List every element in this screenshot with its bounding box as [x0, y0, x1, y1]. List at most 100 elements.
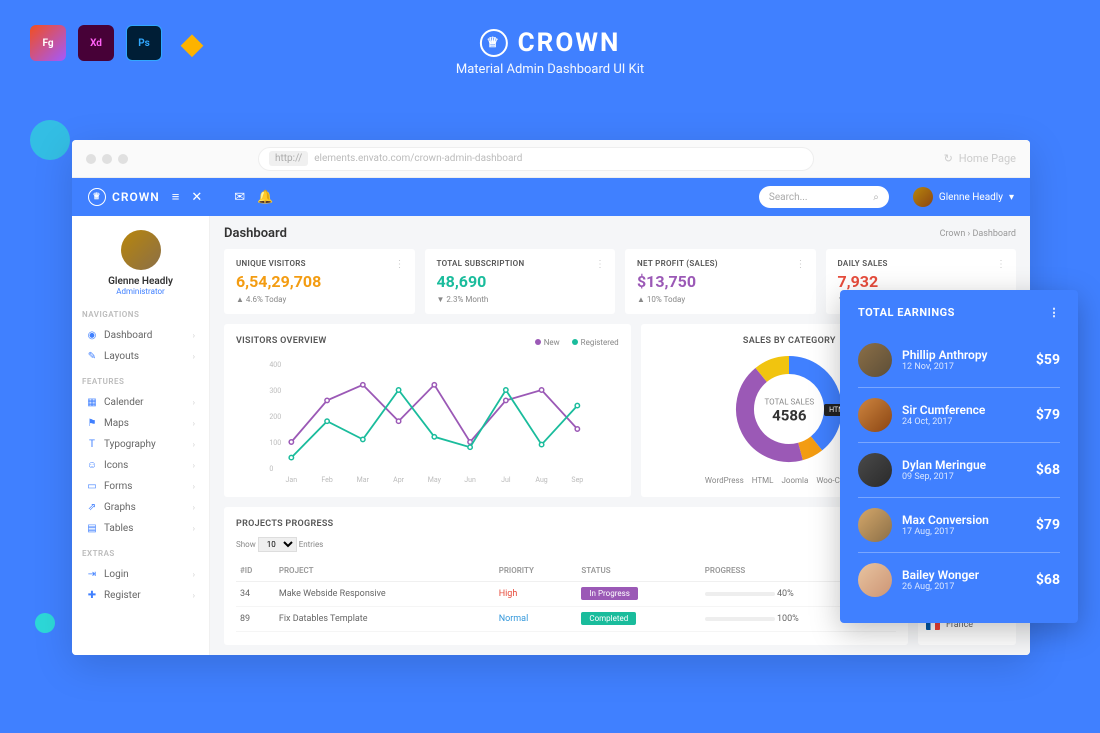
nav-label: Graphs	[104, 502, 136, 513]
svg-text:Jan: Jan	[286, 476, 298, 484]
earnings-amount: $68	[1036, 572, 1060, 588]
nav-label: Register	[104, 590, 141, 601]
sidebar-item-maps[interactable]: ⚑Maps›	[82, 413, 199, 434]
earnings-date: 12 Nov, 2017	[902, 362, 1026, 372]
sidebar-item-icons[interactable]: ☺Icons›	[82, 455, 199, 476]
chevron-right-icon: ›	[193, 440, 195, 449]
figma-icon: Fg	[30, 25, 66, 61]
traffic-lights	[86, 154, 128, 164]
menu-icon[interactable]: ≡	[172, 189, 180, 205]
chevron-right-icon: ›	[193, 503, 195, 512]
earnings-row[interactable]: Max Conversion17 Aug, 2017 $79	[858, 498, 1060, 553]
chevron-right-icon: ›	[193, 352, 195, 361]
nav-icon: ☺	[86, 460, 98, 471]
sidebar-item-tables[interactable]: ▤Tables›	[82, 518, 199, 539]
close-icon[interactable]	[86, 154, 96, 164]
profile-name: Glenne Headly	[82, 276, 199, 287]
visitors-chart-card: VISITORS OVERVIEW NewRegistered 01002003…	[224, 324, 631, 497]
table-header: STATUS	[577, 560, 700, 582]
status-badge: In Progress	[581, 587, 637, 600]
earnings-row[interactable]: Dylan Meringue09 Sep, 2017 $68	[858, 443, 1060, 498]
avatar	[858, 398, 892, 432]
table-row[interactable]: 34 Make Webside Responsive High In Progr…	[236, 582, 896, 607]
more-icon[interactable]: ⋮	[595, 259, 605, 270]
svg-text:Jul: Jul	[501, 476, 511, 484]
sidebar-item-login[interactable]: ⇥Login›	[82, 564, 199, 585]
url-bar[interactable]: http:// elements.envato.com/crown-admin-…	[258, 147, 814, 171]
mail-icon[interactable]: ✉	[234, 190, 245, 205]
projects-progress-card: PROJECTS PROGRESS Show 10 Entries #IDPRO…	[224, 507, 908, 645]
stat-label: DAILY SALES	[838, 259, 1005, 268]
svg-text:Sep: Sep	[571, 476, 583, 484]
settings-icon[interactable]: ✕	[191, 190, 202, 205]
earnings-name: Sir Cumference	[902, 403, 1026, 417]
hero-subtitle: Material Admin Dashboard UI Kit	[456, 62, 644, 77]
home-button[interactable]: ↻ Home Page	[944, 152, 1016, 165]
earnings-title: TOTAL EARNINGS	[858, 306, 955, 319]
nav-icon: ▭	[86, 481, 98, 492]
earnings-name: Bailey Wonger	[902, 568, 1026, 582]
minimize-icon[interactable]	[102, 154, 112, 164]
stat-label: TOTAL SUBSCRIPTION	[437, 259, 604, 268]
sidebar-item-dashboard[interactable]: ◉Dashboard›	[82, 325, 199, 346]
svg-text:0: 0	[269, 465, 273, 473]
sidebar-profile[interactable]: Glenne Headly Administrator	[82, 230, 199, 296]
more-icon[interactable]: ⋮	[395, 259, 405, 270]
nav-section-title: EXTRAS	[82, 549, 199, 558]
sidebar-item-layouts[interactable]: ✎Layouts›	[82, 346, 199, 367]
bell-icon[interactable]: 🔔	[257, 190, 273, 205]
card-title: VISITORS OVERVIEW	[236, 336, 327, 346]
hero-title: ♕ CROWN Material Admin Dashboard UI Kit	[456, 28, 644, 77]
chevron-right-icon: ›	[193, 461, 195, 470]
total-earnings-popup: TOTAL EARNINGS ⋮ Phillip Anthropy12 Nov,…	[840, 290, 1078, 623]
sidebar-item-typography[interactable]: TTypography›	[82, 434, 199, 455]
earnings-amount: $68	[1036, 462, 1060, 478]
status-badge: Completed	[581, 612, 636, 625]
nav-icon: ✚	[86, 590, 98, 601]
svg-text:400: 400	[269, 361, 281, 369]
chevron-right-icon: ›	[193, 331, 195, 340]
crown-icon: ♕	[88, 188, 106, 206]
svg-text:Apr: Apr	[393, 476, 404, 484]
sidebar-item-register[interactable]: ✚Register›	[82, 585, 199, 606]
svg-text:May: May	[428, 476, 442, 484]
donut-total-label: TOTAL SALES	[765, 398, 815, 407]
nav-label: Calender	[104, 397, 144, 408]
app-logo[interactable]: ♕ CROWN	[88, 188, 160, 206]
xd-icon: Xd	[78, 25, 114, 61]
avatar	[858, 453, 892, 487]
chevron-right-icon: ›	[193, 570, 195, 579]
sidebar-item-calender[interactable]: ▦Calender›	[82, 392, 199, 413]
decoration-circle	[30, 120, 70, 160]
avatar	[858, 563, 892, 597]
search-input[interactable]: Search... ⌕	[759, 186, 889, 208]
legend-item: Registered	[572, 338, 619, 347]
entries-select[interactable]: 10	[258, 537, 297, 552]
crown-logo-icon: ♕	[480, 29, 508, 57]
more-icon[interactable]: ⋮	[996, 259, 1006, 270]
table-header: PROJECT	[275, 560, 495, 582]
earnings-row[interactable]: Phillip Anthropy12 Nov, 2017 $59	[858, 333, 1060, 388]
stat-change: ▲ 10% Today	[637, 295, 804, 304]
table-header: #ID	[236, 560, 275, 582]
legend-item: Joomla	[781, 476, 808, 485]
maximize-icon[interactable]	[118, 154, 128, 164]
legend-item: New	[535, 338, 560, 347]
nav-section-title: FEATURES	[82, 377, 199, 386]
more-icon[interactable]: ⋮	[1049, 306, 1061, 319]
avatar	[858, 508, 892, 542]
nav-section-title: NAVIGATIONS	[82, 310, 199, 319]
hero-brand: CROWN	[518, 28, 621, 58]
sidebar-item-graphs[interactable]: ⇗Graphs›	[82, 497, 199, 518]
earnings-date: 09 Sep, 2017	[902, 472, 1026, 482]
earnings-row[interactable]: Sir Cumference24 Oct, 2017 $79	[858, 388, 1060, 443]
table-row[interactable]: 89 Fix Datables Template Normal Complete…	[236, 607, 896, 632]
sidebar-item-forms[interactable]: ▭Forms›	[82, 476, 199, 497]
more-icon[interactable]: ⋮	[796, 259, 806, 270]
user-menu[interactable]: Glenne Headly ▾	[913, 187, 1014, 207]
nav-label: Layouts	[104, 351, 139, 362]
earnings-row[interactable]: Bailey Wonger26 Aug, 2017 $68	[858, 553, 1060, 607]
legend-item: WordPress	[705, 476, 744, 485]
sidebar: Glenne Headly Administrator NAVIGATIONS ◉…	[72, 216, 210, 655]
nav-icon: ▦	[86, 397, 98, 408]
